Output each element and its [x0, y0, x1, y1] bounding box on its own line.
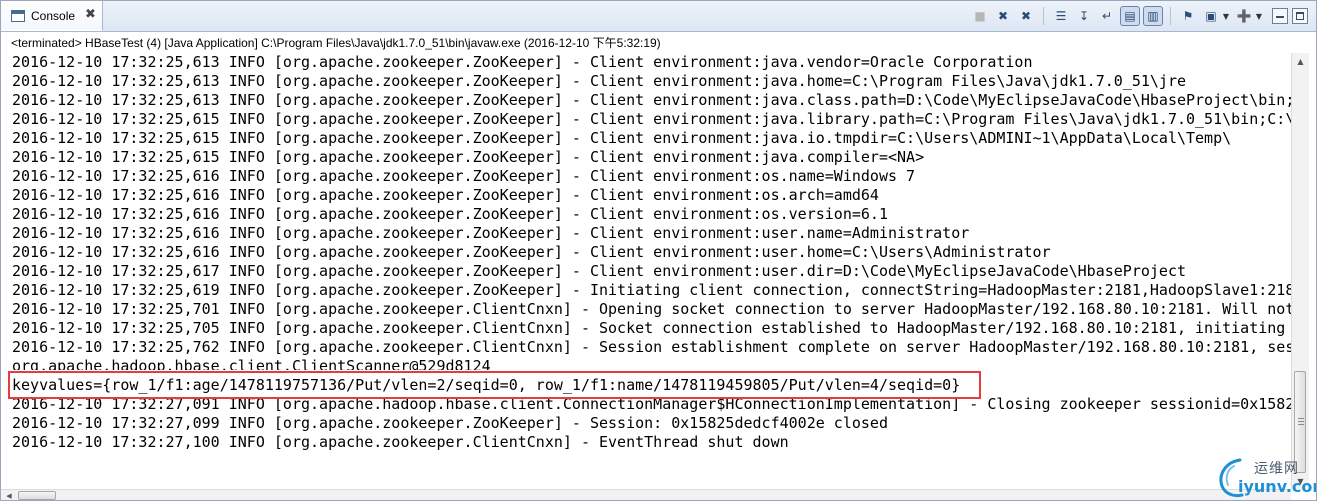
- minimize-icon[interactable]: [1272, 8, 1288, 24]
- console-line: 2016-12-10 17:32:25,762 INFO [org.apache…: [12, 338, 1291, 356]
- console-line: 2016-12-10 17:32:25,705 INFO [org.apache…: [12, 319, 1286, 337]
- remove-all-terminated-icon[interactable]: ✖: [1016, 6, 1036, 26]
- console-line: 2016-12-10 17:32:25,613 INFO [org.apache…: [12, 72, 1186, 90]
- show-when-stderr-icon[interactable]: ▥: [1143, 6, 1163, 26]
- watermark-logo: 运维网 iyunv.com: [1214, 454, 1316, 500]
- console-toolbar: ■ ✖ ✖ ☰ ↧ ↵ ▤ ▥ ⚑ ▣ ▼ ➕ ▼: [967, 6, 1308, 26]
- console-line: 2016-12-10 17:32:27,091 INFO [org.apache…: [12, 395, 1291, 413]
- console-line: 2016-12-10 17:32:25,616 INFO [org.apache…: [12, 224, 970, 242]
- maximize-icon[interactable]: [1292, 8, 1308, 24]
- console-line: 2016-12-10 17:32:27,099 INFO [org.apache…: [12, 414, 888, 432]
- console-line: 2016-12-10 17:32:25,619 INFO [org.apache…: [12, 281, 1291, 299]
- scroll-up-icon[interactable]: ▲: [1292, 53, 1309, 69]
- console-line: 2016-12-10 17:32:25,615 INFO [org.apache…: [12, 148, 925, 166]
- console-icon: [11, 10, 25, 22]
- scroll-lock-icon[interactable]: ↧: [1074, 6, 1094, 26]
- tab-console[interactable]: Console ✖: [1, 1, 103, 31]
- toolbar-separator: [1043, 7, 1044, 25]
- display-selected-console-icon[interactable]: ▣: [1201, 6, 1221, 26]
- console-line: 2016-12-10 17:32:25,616 INFO [org.apache…: [12, 243, 1051, 261]
- console-line: 2016-12-10 17:32:25,613 INFO [org.apache…: [12, 53, 1033, 71]
- keyvalues-line: keyvalues={row_1/f1:age/1478119757136/Pu…: [12, 376, 961, 394]
- console-line: 2016-12-10 17:32:25,616 INFO [org.apache…: [12, 186, 879, 204]
- console-line-clipped: org.apache.hadoop.hbase.client.ClientSca…: [12, 357, 491, 370]
- console-line: 2016-12-10 17:32:27,100 INFO [org.apache…: [12, 433, 789, 451]
- console-output[interactable]: 2016-12-10 17:32:25,613 INFO [org.apache…: [1, 53, 1291, 489]
- console-line: 2016-12-10 17:32:25,616 INFO [org.apache…: [12, 167, 916, 185]
- chevron-down-icon[interactable]: ▼: [1254, 6, 1264, 26]
- toolbar-separator: [1170, 7, 1171, 25]
- console-view: Console ✖ ■ ✖ ✖ ☰ ↧ ↵ ▤ ▥ ⚑ ▣ ▼ ➕ ▼ <ter…: [0, 0, 1317, 501]
- horizontal-scrollbar[interactable]: ◀: [1, 489, 1291, 500]
- close-icon[interactable]: ✖: [85, 8, 96, 22]
- watermark-top-text: 运维网: [1254, 461, 1299, 477]
- remove-launch-icon[interactable]: ✖: [993, 6, 1013, 26]
- console-line: 2016-12-10 17:32:25,616 INFO [org.apache…: [12, 205, 888, 223]
- terminate-icon[interactable]: ■: [970, 6, 990, 26]
- show-when-stdout-icon[interactable]: ▤: [1120, 6, 1140, 26]
- view-header: Console ✖ ■ ✖ ✖ ☰ ↧ ↵ ▤ ▥ ⚑ ▣ ▼ ➕ ▼: [1, 1, 1316, 32]
- vertical-scrollbar[interactable]: ▲ ▼: [1291, 53, 1309, 489]
- tab-console-label: Console: [31, 9, 76, 23]
- chevron-down-icon[interactable]: ▼: [1221, 6, 1231, 26]
- console-line: 2016-12-10 17:32:25,615 INFO [org.apache…: [12, 129, 1232, 147]
- console-line: 2016-12-10 17:32:25,701 INFO [org.apache…: [12, 300, 1291, 318]
- process-status: <terminated> HBaseTest (4) [Java Applica…: [11, 36, 661, 50]
- console-line: 2016-12-10 17:32:25,615 INFO [org.apache…: [12, 110, 1291, 128]
- horizontal-scroll-thumb[interactable]: [18, 491, 56, 500]
- console-line: 2016-12-10 17:32:25,613 INFO [org.apache…: [12, 91, 1291, 109]
- console-lines: 2016-12-10 17:32:25,613 INFO [org.apache…: [12, 53, 1291, 452]
- word-wrap-icon[interactable]: ↵: [1097, 6, 1117, 26]
- open-console-icon[interactable]: ➕: [1234, 6, 1254, 26]
- clear-console-icon[interactable]: ☰: [1051, 6, 1071, 26]
- scroll-left-icon[interactable]: ◀: [1, 490, 17, 500]
- watermark-bottom-text: iyunv.com: [1238, 477, 1316, 496]
- pin-console-icon[interactable]: ⚑: [1178, 6, 1198, 26]
- console-line: 2016-12-10 17:32:25,617 INFO [org.apache…: [12, 262, 1186, 280]
